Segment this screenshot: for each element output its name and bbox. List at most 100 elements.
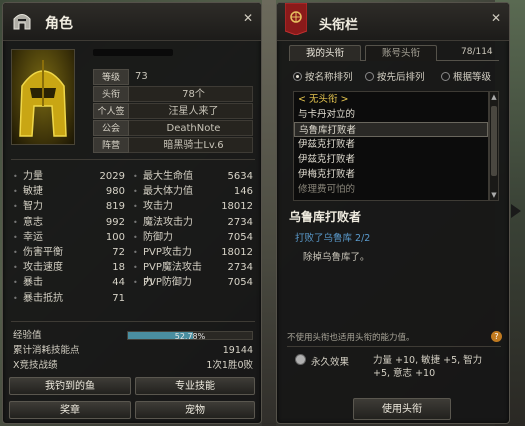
title-panel-header[interactable]: 头衔栏 ✕ [277,3,509,41]
stat-cell: • 攻击速度 18 [13,260,133,275]
golden-helmet-icon [19,60,67,137]
info-value: DeathNote [129,120,253,136]
bullet-icon: • [13,263,18,273]
divider [11,159,255,160]
info-row: 个人签 汪星人来了 [93,103,253,119]
title-description: 除掉乌鲁库了。 [303,252,370,263]
title-list-item[interactable]: 与卡丹对立的 [294,107,488,122]
pet-button[interactable]: 宠物 [135,401,255,419]
stat-value: 44 [112,277,125,289]
bullet-icon: • [133,263,138,273]
title-list-item[interactable]: 伊兹克打败者 [294,137,488,152]
help-icon[interactable]: ? [491,331,502,342]
info-key: 等级 [93,69,129,85]
fish-caught-button[interactable]: 我钓到的鱼 [9,377,131,395]
title-list-item[interactable]: 乌鲁库打败者 [294,122,488,137]
stat-cell: • 暴击 44 [13,275,133,290]
skill-points-label: 累计消耗技能点 [13,345,80,356]
title-list-scrollbar[interactable]: ▲ ▼ [489,91,499,201]
xp-percent: 52.78% [174,332,206,341]
skill-points-value: 19144 [222,345,253,356]
stat-cell: • PVP魔法攻击力 2734 [133,260,253,289]
stat-cell: • PVP防御力 7054 [133,275,253,290]
title-note: 不使用头衔也适用头衔的能力值。 [287,333,415,343]
stat-cell: • 伤害平衡 72 [13,245,133,260]
tab-my-titles[interactable]: 我的头衔 [289,45,361,61]
stat-value: 18 [112,262,125,274]
title-list-item[interactable]: < 无头衔 > [294,92,488,107]
scroll-thumb[interactable] [491,106,497,176]
stat-label: 攻击力 [143,201,173,213]
stat-cell: • 最大体力值 146 [133,184,253,199]
character-panel-header[interactable]: 角色 ✕ [3,3,261,41]
stat-value: 18012 [221,246,253,258]
stats-table: • 力量 2029 • 最大生命值 5634 • 敏捷 980 • 最大体力值 146 • 智力 819 • 攻… [13,169,253,306]
sort-by-level-radio[interactable]: 根据等级 [441,69,491,83]
stat-cell: • 魔法攻击力 2734 [133,215,253,230]
stat-value: 18012 [221,201,253,213]
sort-by-level-label: 根据等级 [453,72,492,83]
info-key: 公会 [93,120,129,136]
title-list[interactable]: < 无头衔 > 与卡丹对立的 乌鲁库打败者 伊兹克打败者 伊兹克打败者 伊梅克打败者 修理费… [293,91,489,201]
stat-row: • 伤害平衡 72 • PVP攻击力 18012 [13,245,253,260]
selected-title-name: 乌鲁库打败者 [289,210,362,224]
arena-record-row: X竞技战绩 1次1胜0败 [13,358,253,373]
close-icon[interactable]: ✕ [489,11,503,25]
stat-value: 819 [105,201,125,213]
stat-label: PVP魔法攻击力 [143,262,202,289]
stat-cell: • 幸运 100 [13,230,133,245]
stat-cell: • 最大生命值 5634 [133,169,253,184]
info-key: 个人签 [93,103,129,119]
stat-row: • 攻击速度 18 • PVP魔法攻击力 2734 [13,260,253,289]
stat-cell: • 攻击力 18012 [133,199,253,214]
scroll-down-icon[interactable]: ▼ [490,190,498,200]
divider [11,321,255,322]
stat-row: • 暴击 44 • PVP防御力 7054 [13,275,253,290]
stat-cell: • PVP攻击力 18012 [133,245,253,260]
stat-label: 魔法攻击力 [143,216,193,228]
info-key: 阵营 [93,137,129,153]
scroll-up-icon[interactable]: ▲ [490,92,498,102]
stat-label: 防御力 [143,231,173,243]
radio-icon [441,71,450,81]
title-list-item[interactable]: 伊兹克打败者 [294,152,488,167]
xp-label: 经验值 [13,330,42,341]
title-count: 78/114 [461,47,493,57]
close-icon[interactable]: ✕ [241,11,255,25]
bullet-icon: • [13,217,18,227]
info-key: 头衔 [93,86,129,102]
experience-section: 经验值 52.78% 累计消耗技能点 19144 X竞技战绩 1次1胜0败 [13,328,253,373]
stat-value: 146 [233,186,253,198]
stat-label: 敏捷 [23,186,43,198]
title-list-item[interactable]: 修理费可怕的 [294,182,488,197]
character-panel: 角色 ✕ 等级 73 头衔 78个 个人签 汪星人来了 公会 DeathNote 阵营 暗黑骑士L… [2,2,262,424]
bullet-icon: • [133,202,138,212]
bullet-icon: • [133,247,138,257]
tab-account-titles[interactable]: 账号头衔 [365,45,437,61]
stat-value: 100 [105,231,125,243]
stat-label: 幸运 [23,231,43,243]
bullet-icon: • [133,187,138,197]
arrow-marker-icon [511,204,521,218]
skill-points-row: 累计消耗技能点 19144 [13,343,253,358]
info-value: 暗黑骑士Lv.6 [129,137,253,153]
effect-line-2: +5, 意志 +10 [373,368,436,379]
stat-label: 最大生命值 [143,171,193,182]
sort-by-name-radio[interactable]: 按名称排列 [293,69,353,83]
bullet-icon: • [13,278,18,288]
medal-button[interactable]: 奖章 [9,401,131,419]
stat-value: 5634 [227,171,253,182]
stat-value: 7054 [227,231,253,243]
character-panel-title: 角色 [45,16,73,32]
professional-skills-button[interactable]: 专业技能 [135,377,255,395]
xp-row: 经验值 52.78% [13,328,253,343]
stat-label: PVP防御力 [143,277,192,289]
bullet-icon: • [13,293,18,303]
banner-icon [285,3,307,35]
use-title-button[interactable]: 使用头衔 [353,398,451,420]
sort-by-order-radio[interactable]: 按先后排列 [365,69,425,83]
stat-value: 980 [105,186,125,198]
title-list-item[interactable]: 伊梅克打败者 [294,167,488,182]
stat-label: 伤害平衡 [23,246,63,258]
stat-value: 2029 [99,171,125,182]
